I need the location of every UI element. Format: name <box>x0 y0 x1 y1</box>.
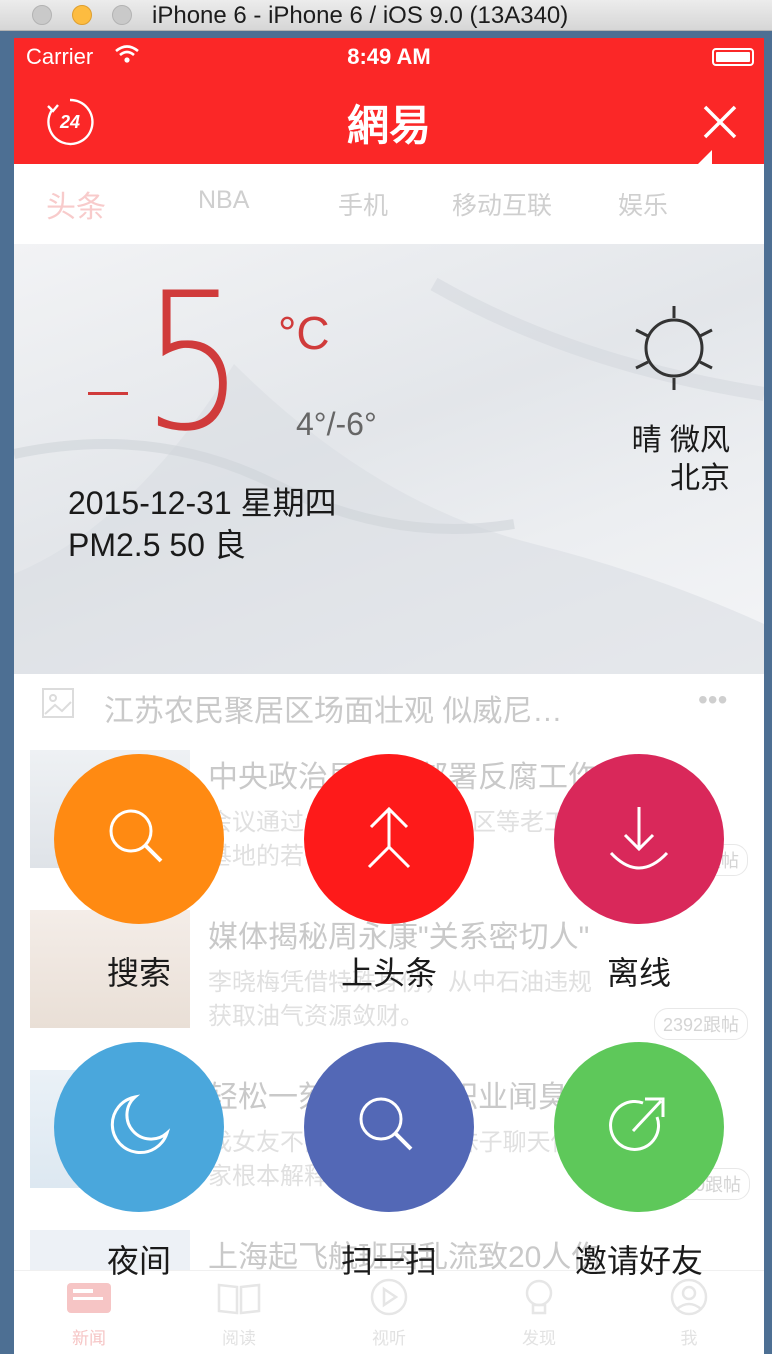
battery-icon <box>712 48 754 66</box>
simulator-title-bar: iPhone 6 - iPhone 6 / iOS 9.0 (13A340) <box>0 0 772 31</box>
sun-icon <box>635 306 713 390</box>
weather-date: 2015-12-31 星期四 <box>68 485 337 521</box>
weather-condition-block: 晴 微风 北京 <box>632 422 730 498</box>
download-icon <box>609 807 669 870</box>
temperature-unit: °C <box>278 307 330 359</box>
status-time: 8:49 AM <box>347 44 431 69</box>
headline-action-circle[interactable] <box>304 754 474 924</box>
tabbar-me[interactable]: 我 <box>654 1277 724 1349</box>
tab-headlines[interactable]: 头条 <box>46 182 106 226</box>
air-quality: PM2.5 50 良 <box>68 527 246 563</box>
share-icon <box>609 1097 665 1151</box>
offline-action[interactable]: 离线 <box>554 754 724 994</box>
status-bar: Carrier 8:49 AM <box>14 38 764 78</box>
tabbar-reading[interactable]: 阅读 <box>204 1277 274 1349</box>
user-icon <box>670 1278 708 1316</box>
news-summary-2: 获取油气资源敛财。 <box>208 1003 424 1030</box>
invite-friends-action-label: 邀请好友 <box>574 1243 703 1279</box>
menu-caret <box>698 150 712 164</box>
search-icon <box>109 809 163 863</box>
offline-action-circle[interactable] <box>554 754 724 924</box>
window-close-button[interactable] <box>32 5 52 25</box>
tab-nba[interactable]: NBA <box>198 186 249 215</box>
invite-friends-action-circle[interactable] <box>554 1042 724 1212</box>
bulb-icon <box>525 1279 553 1315</box>
headline-action-label: 上头条 <box>340 955 437 991</box>
scan-action-label: 扫一扫 <box>340 1243 437 1279</box>
offline-action-label: 离线 <box>606 955 671 991</box>
tabbar-news[interactable]: 新闻 <box>54 1277 124 1349</box>
weather-condition: 晴 微风 <box>631 424 730 457</box>
comment-count-badge: 2392跟帖 <box>654 1008 749 1040</box>
book-icon <box>217 1283 261 1315</box>
tab-phone[interactable]: 手机 <box>338 186 388 222</box>
channel-tabs: 头条 NBA 手机 移动互联 娱乐 <box>14 164 764 244</box>
feed-banner-title[interactable]: 江苏农民聚居区场面壮观 似威尼… <box>104 686 562 730</box>
headline-action[interactable]: 上头条 <box>304 754 474 994</box>
simulator-title: iPhone 6 - iPhone 6 / iOS 9.0 (13A340) <box>152 2 569 29</box>
merge-arrow-icon <box>367 806 411 869</box>
play-icon <box>370 1278 408 1316</box>
tab-entertainment[interactable]: 娱乐 <box>618 186 668 222</box>
night-mode-action[interactable]: 夜间 <box>54 1042 224 1282</box>
window-minimize-button[interactable] <box>72 5 92 25</box>
night-mode-action-label: 夜间 <box>106 1243 171 1279</box>
close-icon[interactable] <box>700 102 740 142</box>
image-placeholder-icon <box>42 688 74 718</box>
scan-action[interactable]: 扫一扫 <box>304 1042 474 1282</box>
weather-panel: 5 °C 4°/-6° 2015-12-31 星期四 PM2.5 50 良 晴 … <box>14 244 764 674</box>
scan-icon <box>359 1097 413 1151</box>
scan-action-circle[interactable] <box>304 1042 474 1212</box>
tabbar-video[interactable]: 视听 <box>354 1277 424 1349</box>
moon-icon <box>110 1094 171 1154</box>
night-mode-action-circle[interactable] <box>54 1042 224 1212</box>
temperature-value: 5 <box>142 252 245 473</box>
temperature-range: 4°/-6° <box>296 406 377 442</box>
phone-screen: Carrier 8:49 AM 24 網易 头条 NBA 手机 移动互联 娱乐 <box>14 38 764 1354</box>
search-action[interactable]: 搜索 <box>54 754 224 994</box>
search-action-label: 搜索 <box>106 955 171 991</box>
more-icon[interactable]: ••• <box>698 684 727 716</box>
temperature-minus-sign <box>88 392 128 395</box>
tabbar-discover[interactable]: 发现 <box>504 1277 574 1349</box>
search-action-circle[interactable] <box>54 754 224 924</box>
tab-mobile-internet[interactable]: 移动互联 <box>452 186 552 222</box>
app-header: Carrier 8:49 AM 24 網易 <box>14 38 764 164</box>
weather-city: 北京 <box>670 462 730 495</box>
news-icon <box>67 1283 111 1313</box>
bottom-tab-bar: 新闻 阅读 视听 发现 我 <box>14 1270 764 1354</box>
app-logo: 網易 <box>346 101 431 150</box>
invite-friends-action[interactable]: 邀请好友 <box>554 1042 724 1282</box>
window-zoom-button[interactable] <box>112 5 132 25</box>
